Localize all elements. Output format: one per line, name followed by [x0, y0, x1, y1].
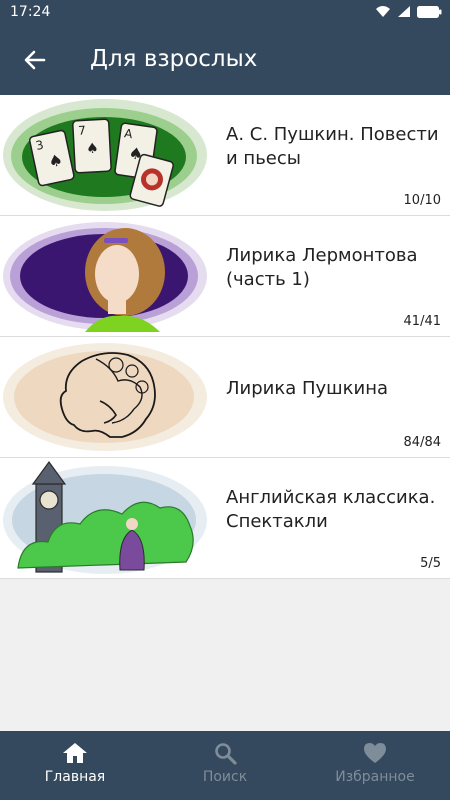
list-item[interactable]: Лирика Лермонтова (часть 1) 41/41 — [0, 216, 450, 337]
nav-label: Избранное — [335, 769, 415, 785]
signal-icon — [398, 6, 410, 17]
item-count: 84/84 — [403, 435, 441, 450]
home-icon — [63, 743, 87, 763]
item-title: Лирика Лермонтова (часть 1) — [226, 245, 418, 290]
status-icons — [375, 5, 442, 18]
page-title: Для взрослых — [90, 46, 258, 72]
item-count: 41/41 — [403, 314, 441, 329]
item-title: А. С. Пушкин. Повести и пьесы — [226, 124, 439, 169]
woman-portrait-illustration — [3, 222, 207, 332]
svg-text:7: 7 — [78, 123, 86, 137]
list-item[interactable]: Английская классика. Спектакли 5/5 — [0, 458, 450, 579]
battery-icon — [417, 5, 442, 18]
big-ben-garden-illustration — [3, 460, 207, 574]
list-item[interactable]: Лирика Пушкина 84/84 — [0, 337, 450, 458]
item-count: 5/5 — [420, 556, 441, 571]
status-time: 17:24 — [10, 4, 51, 20]
heart-icon — [364, 743, 386, 763]
nav-label: Поиск — [202, 769, 248, 785]
bottom-navigation: Главная Поиск Избранное — [0, 731, 450, 800]
pushkin-profile-sketch — [3, 343, 207, 451]
back-button[interactable] — [14, 39, 56, 81]
wifi-icon — [376, 6, 390, 17]
list-item[interactable]: 3 ♠ 7 ♠ A ♠ А. С. Пушкин. Повести и пьес… — [0, 95, 450, 216]
item-title: Лирика Пушкина — [226, 378, 389, 399]
arrow-back-icon — [24, 50, 46, 70]
nav-label: Главная — [44, 769, 106, 785]
nav-favorites[interactable]: Избранное — [300, 731, 450, 800]
item-count: 10/10 — [403, 193, 441, 208]
search-icon — [215, 743, 237, 765]
svg-text:♠: ♠ — [86, 141, 99, 158]
playing-cards-illustration: 3 ♠ 7 ♠ A ♠ — [3, 99, 207, 211]
nav-search[interactable]: Поиск — [150, 731, 300, 800]
status-bar: 17:24 — [0, 0, 450, 25]
nav-home[interactable]: Главная — [0, 731, 150, 800]
collection-list: 3 ♠ 7 ♠ A ♠ А. С. Пушкин. Повести и пьес… — [0, 95, 450, 579]
item-title: Английская классика. Спектакли — [226, 487, 436, 532]
app-bar: Для взрослых — [0, 25, 450, 95]
